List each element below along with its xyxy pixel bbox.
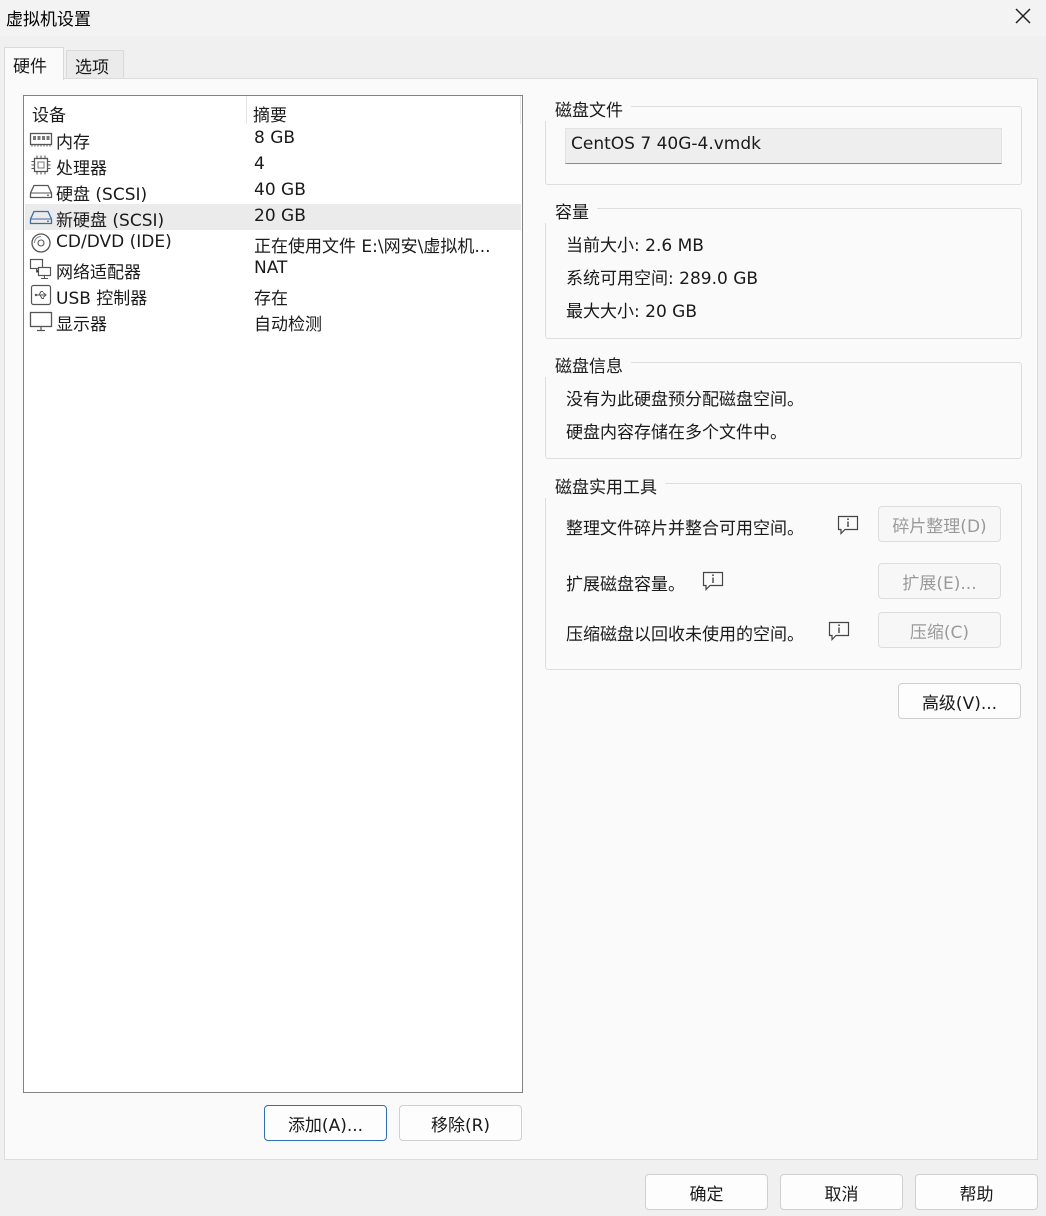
window-title: 虚拟机设置 bbox=[6, 10, 91, 30]
max-size-label: 最大大小: bbox=[566, 302, 640, 322]
current-size-label: 当前大小: bbox=[566, 236, 640, 256]
tab-label: 选项 bbox=[75, 58, 109, 78]
device-row-network-adapter[interactable]: 网络适配器 NAT bbox=[25, 256, 521, 283]
tab-options[interactable]: 选项 bbox=[66, 50, 124, 79]
device-list[interactable]: 设备 摘要 内存 8 GB 处理器 4 硬盘 (SCSI) 40 GB 新硬盘 … bbox=[23, 95, 523, 1093]
capacity-group-title: 容量 bbox=[545, 198, 597, 223]
info-icon[interactable] bbox=[702, 571, 724, 591]
device-summary: 4 bbox=[254, 154, 265, 174]
memory-icon bbox=[29, 128, 53, 150]
device-summary: 20 GB bbox=[254, 206, 306, 226]
list-header: 设备 摘要 bbox=[24, 96, 522, 126]
expand-button[interactable]: 扩展(E)... bbox=[878, 563, 1001, 599]
disk-file-field[interactable]: CentOS 7 40G-4.vmdk bbox=[565, 128, 1002, 164]
max-size-value: 20 GB bbox=[645, 302, 698, 322]
device-summary: NAT bbox=[254, 258, 288, 278]
compact-button[interactable]: 压缩(C) bbox=[878, 612, 1001, 648]
disk-info-line-1: 没有为此硬盘预分配磁盘空间。 bbox=[566, 390, 804, 410]
column-separator[interactable] bbox=[520, 96, 521, 124]
usb-icon bbox=[29, 284, 53, 306]
help-button[interactable]: 帮助 bbox=[915, 1174, 1038, 1210]
available-space-label: 系统可用空间: bbox=[566, 269, 674, 289]
close-button[interactable] bbox=[1000, 0, 1046, 32]
column-separator[interactable] bbox=[246, 96, 247, 124]
device-summary: 40 GB bbox=[254, 180, 306, 200]
current-size-value: 2.6 MB bbox=[645, 236, 704, 256]
compact-description: 压缩磁盘以回收未使用的空间。 bbox=[566, 625, 804, 645]
device-summary: 自动检测 bbox=[254, 315, 322, 335]
title-bar: 虚拟机设置 bbox=[0, 0, 1046, 36]
cd-dvd-icon bbox=[29, 232, 53, 254]
device-row-usb-controller[interactable]: USB 控制器 存在 bbox=[25, 282, 521, 309]
info-icon[interactable] bbox=[828, 621, 850, 641]
device-name: 硬盘 (SCSI) bbox=[56, 185, 148, 205]
device-row-cd-dvd[interactable]: CD/DVD (IDE) 正在使用文件 E:\网安\虚拟机... bbox=[25, 230, 521, 257]
device-name: 内存 bbox=[56, 133, 90, 153]
device-summary: 正在使用文件 E:\网安\虚拟机... bbox=[254, 237, 491, 257]
device-name: USB 控制器 bbox=[56, 289, 148, 309]
column-header-summary[interactable]: 摘要 bbox=[253, 101, 287, 126]
device-summary: 8 GB bbox=[254, 128, 296, 148]
cancel-button[interactable]: 取消 bbox=[780, 1174, 903, 1210]
harddisk-icon bbox=[29, 180, 53, 202]
defrag-description: 整理文件碎片并整合可用空间。 bbox=[566, 519, 804, 539]
device-name: CD/DVD (IDE) bbox=[56, 232, 172, 252]
disk-file-name: CentOS 7 40G-4.vmdk bbox=[571, 134, 761, 154]
device-row-memory[interactable]: 内存 8 GB bbox=[25, 126, 521, 153]
device-row-processor[interactable]: 处理器 4 bbox=[25, 152, 521, 179]
max-size-line: 最大大小: 20 GB bbox=[566, 297, 697, 322]
tab-label: 硬件 bbox=[13, 57, 47, 77]
processor-icon bbox=[29, 154, 53, 176]
device-row-display[interactable]: 显示器 自动检测 bbox=[25, 308, 521, 335]
device-name: 新硬盘 (SCSI) bbox=[56, 211, 165, 231]
disk-utilities-group-title: 磁盘实用工具 bbox=[545, 473, 665, 498]
display-icon bbox=[29, 310, 53, 332]
remove-device-button[interactable]: 移除(R) bbox=[399, 1105, 522, 1141]
available-space-value: 289.0 GB bbox=[679, 269, 759, 289]
advanced-button[interactable]: 高级(V)... bbox=[898, 683, 1021, 719]
disk-info-group-title: 磁盘信息 bbox=[545, 352, 631, 377]
close-icon bbox=[1015, 8, 1031, 24]
add-device-button[interactable]: 添加(A)... bbox=[264, 1105, 387, 1141]
column-header-device[interactable]: 设备 bbox=[32, 101, 66, 126]
current-size-line: 当前大小: 2.6 MB bbox=[566, 231, 704, 256]
disk-file-group-title: 磁盘文件 bbox=[545, 96, 631, 121]
network-adapter-icon bbox=[29, 258, 53, 280]
ok-button[interactable]: 确定 bbox=[645, 1174, 768, 1210]
expand-description: 扩展磁盘容量。 bbox=[566, 575, 685, 595]
tab-hardware[interactable]: 硬件 bbox=[4, 47, 64, 80]
defragment-button[interactable]: 碎片整理(D) bbox=[878, 506, 1001, 542]
device-name: 显示器 bbox=[56, 315, 107, 335]
device-summary: 存在 bbox=[254, 289, 288, 309]
device-row-harddisk[interactable]: 硬盘 (SCSI) 40 GB bbox=[25, 178, 521, 205]
harddisk-icon bbox=[29, 206, 53, 228]
available-space-line: 系统可用空间: 289.0 GB bbox=[566, 264, 758, 289]
device-name: 处理器 bbox=[56, 159, 107, 179]
device-row-new-harddisk[interactable]: 新硬盘 (SCSI) 20 GB bbox=[25, 204, 521, 231]
device-name: 网络适配器 bbox=[56, 263, 141, 283]
info-icon[interactable] bbox=[837, 515, 859, 535]
disk-info-line-2: 硬盘内容存储在多个文件中。 bbox=[566, 423, 787, 443]
